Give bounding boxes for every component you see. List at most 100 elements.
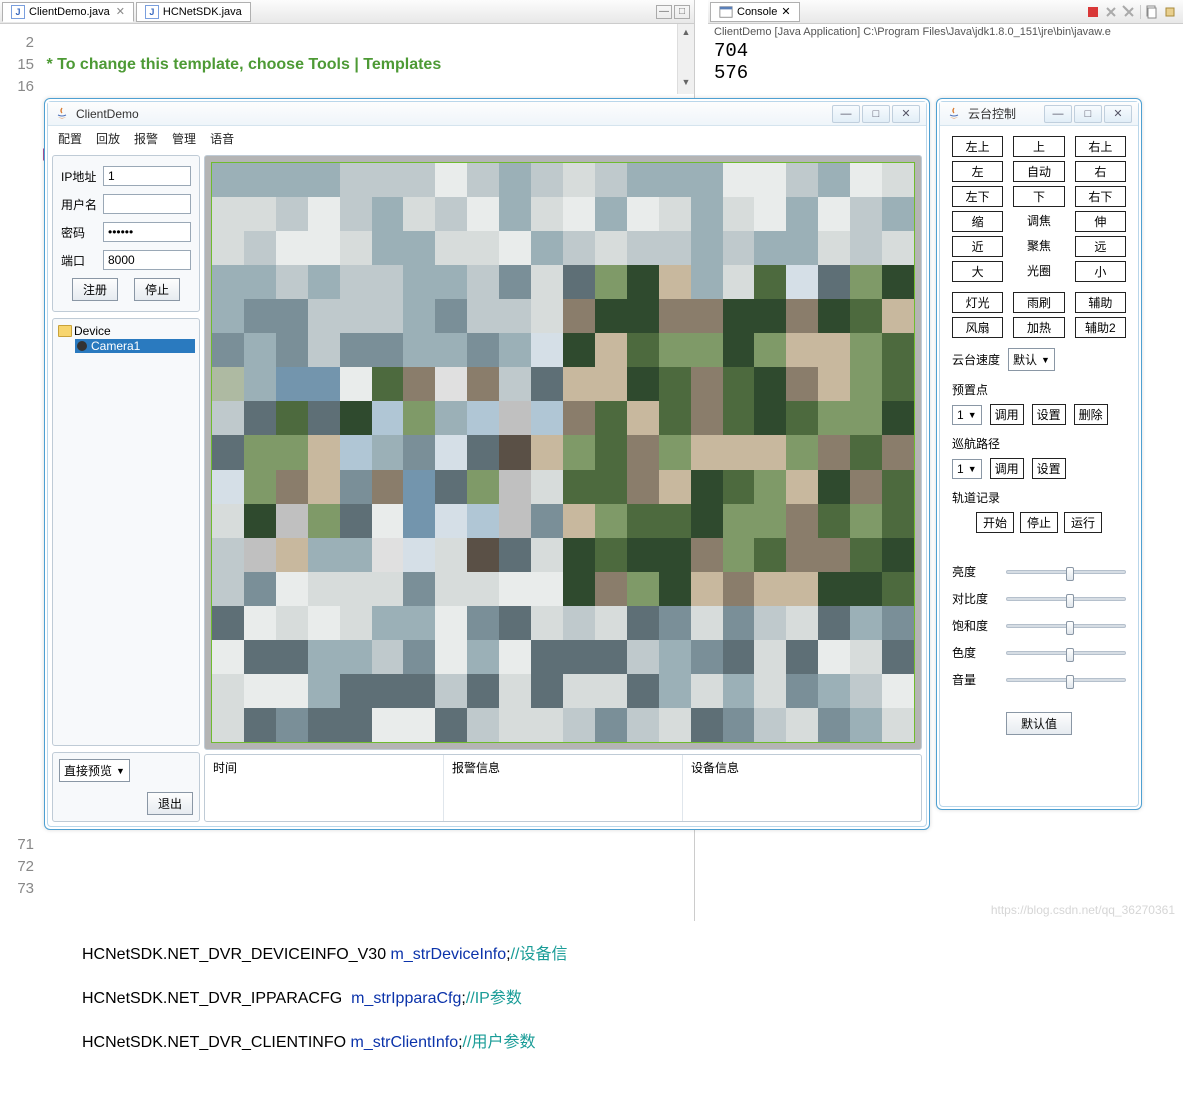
ip-label: IP地址 <box>61 168 99 185</box>
preview-select[interactable]: 直接预览 ▼ <box>59 759 130 782</box>
editor-window-controls: — □ <box>656 5 694 19</box>
ptz-zoomout[interactable]: 伸 <box>1075 211 1126 232</box>
tab-hcnetsdk[interactable]: J HCNetSDK.java <box>136 2 251 22</box>
titlebar[interactable]: ClientDemo — □ ✕ <box>48 102 926 126</box>
video-panel[interactable] <box>204 155 922 750</box>
close-icon[interactable]: ✕ <box>781 5 790 18</box>
ptz-dl[interactable]: 左下 <box>952 186 1003 207</box>
cruise-set[interactable]: 设置 <box>1032 458 1066 479</box>
chevron-down-icon: ▼ <box>968 410 977 420</box>
menu-alarm[interactable]: 报警 <box>134 130 158 147</box>
preset-set[interactable]: 设置 <box>1032 404 1066 425</box>
ptz-light[interactable]: 灯光 <box>952 292 1003 313</box>
track-start[interactable]: 开始 <box>976 512 1014 533</box>
ptz-small[interactable]: 小 <box>1075 261 1126 282</box>
ptz-auto[interactable]: 自动 <box>1013 161 1064 182</box>
ptz-dr[interactable]: 右下 <box>1075 186 1126 207</box>
hue-slider[interactable] <box>1006 651 1126 655</box>
user-label: 用户名 <box>61 196 99 213</box>
scroll-up-icon[interactable]: ▲ <box>678 24 694 40</box>
user-input[interactable] <box>103 194 191 214</box>
volume-slider[interactable] <box>1006 678 1126 682</box>
tree-camera1[interactable]: Camera1 <box>75 339 195 353</box>
chevron-down-icon: ▼ <box>968 464 977 474</box>
minimize-icon[interactable]: — <box>656 5 672 19</box>
menu-config[interactable]: 配置 <box>58 130 82 147</box>
ptz-ur[interactable]: 右上 <box>1075 136 1126 157</box>
cruise-call[interactable]: 调用 <box>990 458 1024 479</box>
iris-label: 光圈 <box>1013 261 1064 282</box>
titlebar[interactable]: 云台控制 — □ ✕ <box>940 102 1138 126</box>
info-panel: 时间 报警信息 设备信息 <box>204 754 922 822</box>
tab-clientdemo[interactable]: J ClientDemo.java ✕ <box>2 2 134 22</box>
ptz-aux1[interactable]: 辅助 <box>1075 292 1126 313</box>
line-gutter: 2 15 16 71 72 73 <box>0 24 38 921</box>
preset-call[interactable]: 调用 <box>990 404 1024 425</box>
pin-icon[interactable] <box>1163 5 1177 19</box>
tree-root[interactable]: Device <box>57 323 195 339</box>
maximize-button[interactable]: □ <box>862 105 890 123</box>
vertical-scrollbar[interactable]: ▲ ▼ <box>677 24 694 94</box>
contrast-slider[interactable] <box>1006 597 1126 601</box>
video-stream <box>211 162 915 743</box>
clear-icon[interactable] <box>1145 5 1159 19</box>
track-section: 轨道记录 开始 停止 运行 <box>952 489 1126 533</box>
preset-select[interactable]: 1▼ <box>952 405 982 425</box>
camera-icon <box>77 341 87 351</box>
menu-playback[interactable]: 回放 <box>96 130 120 147</box>
menu-manage[interactable]: 管理 <box>172 130 196 147</box>
cruise-section: 巡航路径 1▼ 调用 设置 <box>952 435 1126 479</box>
ptz-aux2[interactable]: 辅助2 <box>1075 317 1126 338</box>
ptz-ul[interactable]: 左上 <box>952 136 1003 157</box>
maximize-icon[interactable]: □ <box>674 5 690 19</box>
track-stop[interactable]: 停止 <box>1020 512 1058 533</box>
ptz-far[interactable]: 远 <box>1075 236 1126 257</box>
ptz-u[interactable]: 上 <box>1013 136 1064 157</box>
ptz-window: 云台控制 — □ ✕ 左上 上 右上 左 自动 右 左下 下 右下 缩 调焦 伸 <box>936 98 1142 810</box>
pwd-input[interactable] <box>103 222 191 242</box>
close-icon[interactable]: ✕ <box>116 5 125 18</box>
brightness-slider[interactable] <box>1006 570 1126 574</box>
saturation-slider[interactable] <box>1006 624 1126 628</box>
speed-select[interactable]: 默认 ▼ <box>1008 348 1055 371</box>
exit-button[interactable]: 退出 <box>147 792 193 815</box>
port-label: 端口 <box>61 252 99 269</box>
scroll-down-icon[interactable]: ▼ <box>678 74 694 90</box>
minimize-button[interactable]: — <box>1044 105 1072 123</box>
ptz-wiper[interactable]: 雨刷 <box>1013 292 1064 313</box>
speed-row: 云台速度 默认 ▼ <box>952 348 1126 371</box>
minimize-button[interactable]: — <box>832 105 860 123</box>
port-input[interactable] <box>103 250 191 270</box>
console-output[interactable]: 704 576 <box>708 40 1183 84</box>
ptz-r[interactable]: 右 <box>1075 161 1126 182</box>
stop-button[interactable]: 停止 <box>134 278 180 301</box>
chevron-down-icon: ▼ <box>1041 355 1050 365</box>
preset-del[interactable]: 删除 <box>1074 404 1108 425</box>
cruise-select[interactable]: 1▼ <box>952 459 982 479</box>
tab-console[interactable]: Console ✕ <box>710 2 800 22</box>
close-button[interactable]: ✕ <box>1104 105 1132 123</box>
ptz-near[interactable]: 近 <box>952 236 1003 257</box>
ip-input[interactable] <box>103 166 191 186</box>
window-title: 云台控制 <box>968 105 1016 122</box>
menu-voice[interactable]: 语音 <box>210 130 234 147</box>
ptz-l[interactable]: 左 <box>952 161 1003 182</box>
ptz-fan[interactable]: 风扇 <box>952 317 1003 338</box>
remove-launch-icon[interactable] <box>1122 5 1136 19</box>
console-panel: Console ✕ ClientDemo [Java Application] … <box>708 0 1183 84</box>
remove-all-icon[interactable] <box>1104 5 1118 19</box>
track-run[interactable]: 运行 <box>1064 512 1102 533</box>
pwd-label: 密码 <box>61 224 99 241</box>
ptz-heat[interactable]: 加热 <box>1013 317 1064 338</box>
device-tree[interactable]: Device Camera1 <box>52 318 200 746</box>
close-button[interactable]: ✕ <box>892 105 920 123</box>
maximize-button[interactable]: □ <box>1074 105 1102 123</box>
default-button[interactable]: 默认值 <box>1006 712 1072 735</box>
register-button[interactable]: 注册 <box>72 278 118 301</box>
info-device: 设备信息 <box>683 755 921 821</box>
ptz-big[interactable]: 大 <box>952 261 1003 282</box>
ptz-d[interactable]: 下 <box>1013 186 1064 207</box>
stop-icon[interactable] <box>1086 5 1100 19</box>
ptz-zoomin[interactable]: 缩 <box>952 211 1003 232</box>
login-panel: IP地址 用户名 密码 端口 <box>52 155 200 312</box>
